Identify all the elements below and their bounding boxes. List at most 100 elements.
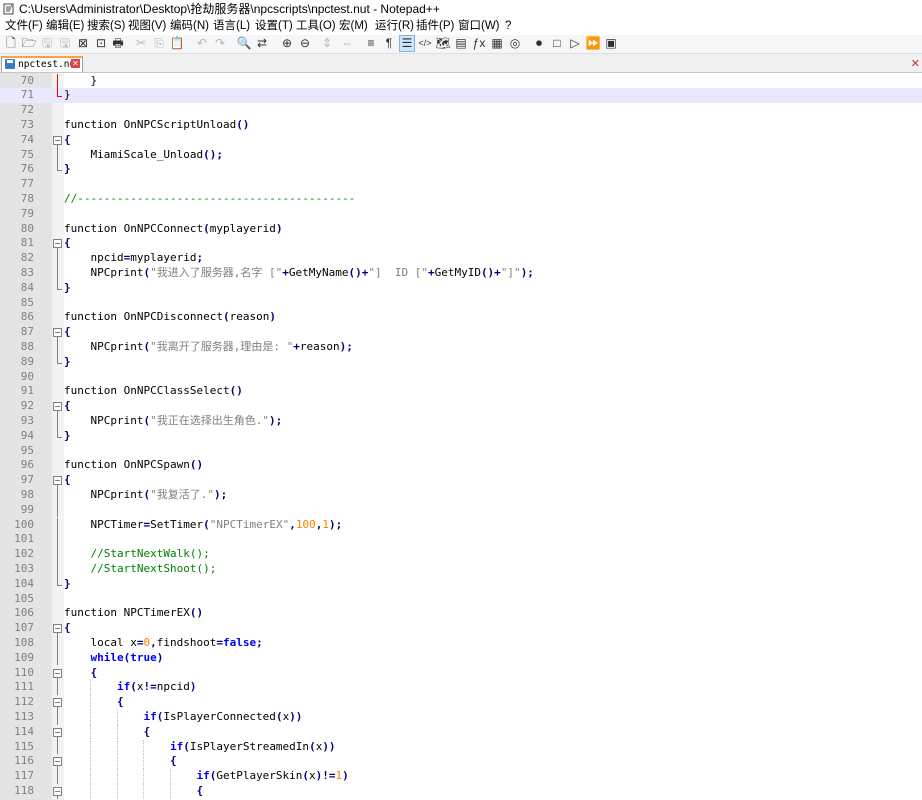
fold-toggle-icon[interactable]: [53, 399, 62, 415]
code-line[interactable]: 96 function OnNPCSpawn(): [0, 458, 922, 473]
stop-macro-icon[interactable]: □: [550, 36, 564, 51]
code-line[interactable]: 79: [0, 207, 922, 222]
code-line[interactable]: 89}: [0, 354, 922, 370]
indent-guide-icon[interactable]: ☰: [399, 35, 415, 52]
code-line[interactable]: 83 NPCprint("我进入了服务器,名字 ["+GetMyName()+"…: [0, 265, 922, 281]
code-line[interactable]: 94}: [0, 428, 922, 444]
code-line[interactable]: 74 {: [0, 133, 922, 148]
code-line[interactable]: 117 if(GetPlayerSkin(x)!=1): [0, 769, 922, 784]
fold-toggle-icon[interactable]: [53, 695, 62, 711]
menu-item-3[interactable]: 视图(V): [128, 18, 166, 35]
code-line[interactable]: 109 while(true): [0, 650, 922, 666]
code-line[interactable]: 84}: [0, 280, 922, 296]
code-line[interactable]: 102 //StartNextWalk();: [0, 547, 922, 562]
play-macro-icon[interactable]: ▷: [568, 36, 582, 51]
new-file-icon[interactable]: 🗋: [4, 36, 18, 51]
sync-vertical-icon[interactable]: ⇕: [320, 36, 334, 51]
code-line[interactable]: 95: [0, 444, 922, 459]
code-line[interactable]: 93 NPCprint("我正在选择出生角色.");: [0, 413, 922, 429]
menu-item-7[interactable]: 工具(O): [296, 18, 336, 35]
menu-item-10[interactable]: 插件(P): [416, 18, 454, 35]
record-macro-icon[interactable]: ⏺: [532, 36, 546, 51]
save-icon[interactable]: 🖫: [40, 36, 54, 51]
save-macro-icon[interactable]: ▣: [604, 36, 618, 51]
tab-npctest[interactable]: npctest.nut ✕: [1, 56, 83, 72]
menu-item-6[interactable]: 设置(T): [255, 18, 293, 35]
monitoring-icon[interactable]: ◎: [508, 36, 522, 51]
fold-toggle-icon[interactable]: [53, 666, 62, 681]
find-icon[interactable]: 🔍: [237, 36, 252, 51]
code-line[interactable]: 92 {: [0, 399, 922, 415]
xml-icon[interactable]: </>: [418, 36, 432, 51]
function-list-icon[interactable]: ƒx: [472, 36, 486, 51]
sync-horizontal-icon[interactable]: ⇔: [340, 36, 354, 51]
copy-icon[interactable]: ⎘: [152, 36, 166, 51]
redo-icon[interactable]: ↷: [213, 36, 227, 51]
fold-toggle-icon[interactable]: [53, 784, 62, 799]
run-macro-multiple-icon[interactable]: ⏩: [586, 36, 601, 51]
code-line[interactable]: 75 MiamiScale_Unload();: [0, 147, 922, 163]
zoom-out-icon[interactable]: ⊖: [298, 36, 312, 51]
code-line[interactable]: 78 //------------------------------------…: [0, 192, 922, 207]
code-line[interactable]: 85: [0, 296, 922, 311]
folder-workspace-icon[interactable]: ▦: [490, 36, 504, 51]
menu-item-2[interactable]: 搜索(S): [87, 18, 125, 35]
code-line[interactable]: 110 {: [0, 666, 922, 681]
undo-icon[interactable]: ↶: [195, 36, 209, 51]
menu-item-11[interactable]: 窗口(W): [458, 18, 500, 35]
zoom-in-icon[interactable]: ⊕: [280, 36, 294, 51]
menu-item-9[interactable]: 运行(R): [375, 18, 414, 35]
code-line[interactable]: 115 if(IsPlayerStreamedIn(x)): [0, 739, 922, 755]
code-line[interactable]: 105: [0, 592, 922, 607]
code-line[interactable]: 104}: [0, 576, 922, 592]
code-line[interactable]: 81 {: [0, 236, 922, 252]
menu-item-8[interactable]: 宏(M): [339, 18, 368, 35]
close-all-icon[interactable]: ⊡: [94, 36, 108, 51]
close-icon[interactable]: ⊠: [76, 36, 90, 51]
close-document-icon[interactable]: ✕: [911, 57, 920, 70]
code-line[interactable]: 100 NPCTimer=SetTimer("NPCTimerEX",100,1…: [0, 517, 922, 533]
code-line[interactable]: 116 {: [0, 754, 922, 770]
code-line[interactable]: 101: [0, 532, 922, 548]
fold-toggle-icon[interactable]: [53, 236, 62, 252]
fold-toggle-icon[interactable]: [53, 621, 62, 637]
menu-item-4[interactable]: 编码(N): [170, 18, 209, 35]
code-line[interactable]: 118 {: [0, 783, 922, 799]
code-line[interactable]: 71}: [0, 88, 922, 104]
open-file-icon[interactable]: 🗁: [22, 36, 37, 51]
show-all-chars-icon[interactable]: ¶: [382, 36, 396, 51]
fold-toggle-icon[interactable]: [53, 473, 62, 489]
code-line[interactable]: 73 function OnNPCScriptUnload(): [0, 118, 922, 133]
menu-item-12[interactable]: ?: [505, 18, 511, 35]
code-line[interactable]: 103 //StartNextShoot();: [0, 561, 922, 577]
doc-map-icon[interactable]: 🗺: [435, 36, 450, 51]
code-line[interactable]: 87 {: [0, 325, 922, 341]
code-line[interactable]: 106 function NPCTimerEX(): [0, 606, 922, 621]
code-line[interactable]: 80 function OnNPCConnect(myplayerid): [0, 222, 922, 237]
code-line[interactable]: 98 NPCprint("我复活了.");: [0, 487, 922, 503]
code-line[interactable]: 76}: [0, 162, 922, 177]
code-line[interactable]: 111 if(x!=npcid): [0, 680, 922, 696]
code-line[interactable]: 70 }: [0, 73, 922, 89]
menu-item-5[interactable]: 语言(L): [213, 18, 250, 35]
code-line[interactable]: 114 {: [0, 724, 922, 740]
code-line[interactable]: 72: [0, 103, 922, 118]
code-line[interactable]: 82 npcid=myplayerid;: [0, 251, 922, 266]
paste-icon[interactable]: 📋: [170, 36, 185, 51]
fold-toggle-icon[interactable]: [53, 325, 62, 341]
code-line[interactable]: 88 NPCprint("我离开了服务器,理由是: "+reason);: [0, 339, 922, 355]
code-line[interactable]: 107 {: [0, 621, 922, 637]
code-line[interactable]: 86 function OnNPCDisconnect(reason): [0, 310, 922, 325]
menu-item-0[interactable]: 文件(F): [5, 18, 43, 35]
print-icon[interactable]: 🖶: [111, 36, 125, 51]
code-line[interactable]: 91 function OnNPCClassSelect(): [0, 384, 922, 399]
code-line[interactable]: 108 local x=0,findshoot=false;: [0, 635, 922, 651]
replace-icon[interactable]: ⇄: [255, 36, 269, 51]
word-wrap-icon[interactable]: ≡: [364, 36, 378, 51]
code-line[interactable]: 112 {: [0, 695, 922, 711]
menu-item-1[interactable]: 编辑(E): [46, 18, 84, 35]
code-line[interactable]: 77: [0, 177, 922, 192]
cut-icon[interactable]: ✂: [134, 36, 148, 51]
code-line[interactable]: 113 if(IsPlayerConnected(x)): [0, 709, 922, 725]
tab-close-icon[interactable]: ✕: [71, 59, 80, 68]
